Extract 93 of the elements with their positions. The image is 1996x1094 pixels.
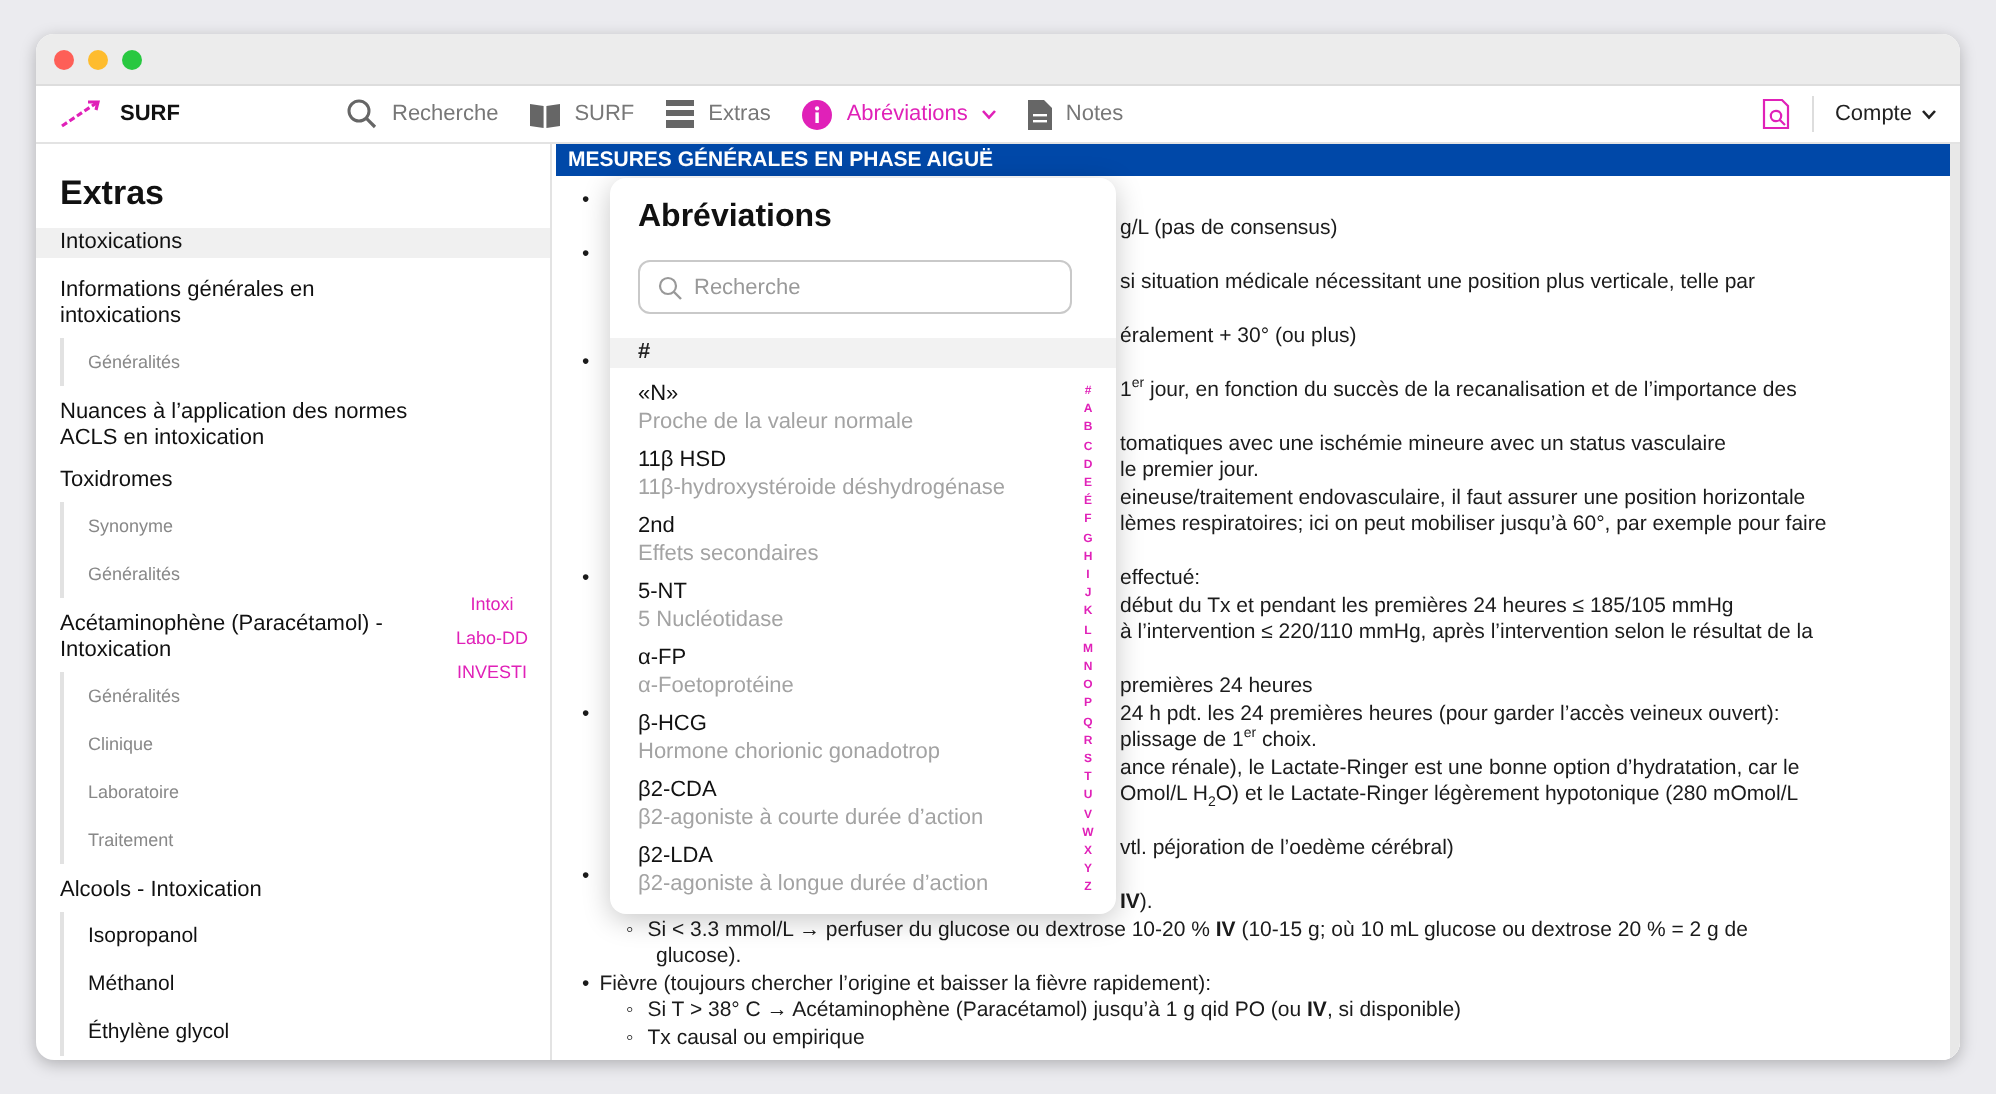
nav-tab[interactable]: Recherche <box>346 98 499 130</box>
bullet: • <box>582 350 590 377</box>
sidebar-subitem[interactable]: Traitement <box>64 816 174 864</box>
bullet: • <box>582 188 590 215</box>
body-text: Tx causal ou empirique <box>647 1025 865 1052</box>
abbreviation-definition: 5 Nucléotidase <box>638 606 786 634</box>
body-text: effectué: <box>1120 566 1201 593</box>
nav-tab[interactable]: Abréviations <box>802 99 996 129</box>
body-text: premières 24 heures <box>1120 674 1313 701</box>
abbreviation-definition: β2-agoniste à longue durée d’action <box>638 870 991 898</box>
body-text: vtl. péjoration de l’oedème cérébral) <box>1120 836 1454 863</box>
close-button[interactable] <box>54 49 74 69</box>
abbreviation-definition: Effets secondaires <box>638 540 821 568</box>
sidebar-subitem[interactable]: Méthanol <box>64 960 175 1008</box>
body-text: 24 h pdt. les 24 premières heures (pour garder l’accès veineux ouvert): <box>1120 701 1780 728</box>
body-text: 1$^{er}$ jour, en fonction du succès de la recanalisation et de l’importance des <box>1120 377 1797 404</box>
abbreviation-definition: 11β-hydroxystéroide déshydrogénase <box>638 474 1007 502</box>
body-text: Fièvre (toujours chercher l’origine et baisser la fièvre rapidement): <box>599 971 1211 998</box>
body-text: lèmes respiratoires; ici on peut mobiliser jusqu’à 60°, par exemple pour faire <box>1120 512 1827 539</box>
abbreviation-definition: Proche de la valeur normale <box>638 408 916 436</box>
body-text: tomatiques avec une ischémie mineure avec un status vasculaire <box>1120 431 1726 458</box>
sidebar-item[interactable]: Nuances à l’application des normes ACLS en intoxication <box>36 398 420 454</box>
body-text: à l’intervention ≤ 220/110 mmHg, après l’intervention selon le résultat de la <box>1120 620 1813 647</box>
abbreviation[interactable]: α-FP <box>638 644 1044 672</box>
nav-tab[interactable]: SURF <box>530 101 635 127</box>
info-icon <box>802 99 833 129</box>
popup-title: Abréviations <box>636 198 834 238</box>
search-icon <box>346 98 378 130</box>
sidebar-item[interactable]: Informations générales en intoxications <box>36 276 420 332</box>
sub-bullet: ◦ <box>626 917 634 944</box>
document-icon <box>1027 99 1052 129</box>
abbreviation-definition: β2-agoniste à courte durée d’action <box>638 804 986 832</box>
logo-icon <box>60 100 100 128</box>
stack-icon <box>666 100 695 128</box>
section-heading: # <box>610 338 1116 368</box>
search-document-icon[interactable] <box>1762 98 1793 130</box>
sidebar-subitem[interactable]: Généralités <box>64 338 181 386</box>
body-text: début du Tx et pendant les premières 24 heures ≤ 185/105 mmHg <box>1120 593 1734 620</box>
sub-bullet: ◦ <box>626 998 634 1025</box>
body-text: ance rénale), le Lactate-Ringer est une bonne option d’hydratation, car le <box>1120 755 1800 782</box>
quick-link[interactable]: Labo-DD <box>456 626 529 650</box>
body-text: g/L (pas de consensus) <box>1120 215 1338 242</box>
bullet: • <box>582 701 590 728</box>
body-text: Si < 3.3 mmol/L → perfuser du glucose ou dextrose 10-20 % IV (10-15 g; où 10 mL glucose ou dextrose 20 % = 2 g de <box>647 917 1748 944</box>
search-icon <box>658 276 682 300</box>
bullet: • <box>582 566 590 593</box>
abbreviation[interactable]: 2nd <box>638 512 1044 540</box>
sidebar-subitem[interactable]: Généralités <box>64 550 181 598</box>
body-text: le premier jour. <box>1120 458 1259 485</box>
search-field[interactable]: Recherche <box>638 260 1072 314</box>
book-icon <box>530 101 561 127</box>
caret-icon <box>981 109 996 119</box>
nav-tab[interactable]: Notes <box>1027 99 1124 129</box>
body-text: si situation médicale nécessitant une position plus verticale, telle par <box>1120 269 1756 296</box>
abbreviation[interactable]: 5-NT <box>638 578 1044 606</box>
abbreviation[interactable]: β2-LDA <box>638 842 1044 870</box>
sidebar-subitem[interactable]: Isopropanol <box>64 912 198 960</box>
nav-tab[interactable]: Extras <box>666 100 771 128</box>
sidebar-item[interactable]: Alcools - Intoxication <box>36 876 262 906</box>
sidebar-subitem[interactable]: Laboratoire <box>64 768 180 816</box>
quick-link[interactable]: INVESTI <box>457 660 528 684</box>
sidebar-item[interactable]: Intoxications <box>36 228 550 258</box>
sidebar-subitem[interactable]: Éthylène glycol <box>64 1008 230 1056</box>
bullet: • <box>582 863 590 890</box>
sub-bullet: ◦ <box>626 1025 634 1052</box>
bullet: • <box>582 242 590 269</box>
sidebar-item[interactable]: Acétaminophène (Paracétamol) - Intoxication <box>36 610 420 666</box>
sidebar-subitem[interactable]: Clinique <box>64 720 154 768</box>
sidebar-subitem[interactable]: Généralités <box>64 672 181 720</box>
abbreviation[interactable]: «N» <box>638 380 1044 408</box>
sidebar-item[interactable]: Toxidromes <box>36 466 173 496</box>
sidebar-subitem[interactable]: Synonyme <box>64 502 174 550</box>
abbreviation-definition: Hormone chorionic gonadotrop <box>638 738 943 766</box>
quick-link[interactable]: Intoxi <box>470 592 514 616</box>
body-text: IV). <box>1120 890 1153 917</box>
body-text: eineuse/traitement endovasculaire, il faut assurer une position horizontale <box>1120 485 1806 512</box>
account-menu[interactable]: Compte <box>1834 102 1936 126</box>
caret-icon <box>1922 109 1936 119</box>
body-text: Omol/L H$_{2}$O) et le Lactate-Ringer légèrement hypotonique (280 mOmol/L <box>1120 782 1799 809</box>
minimize-button[interactable] <box>88 49 108 69</box>
abbreviation[interactable]: 11β HSD <box>638 446 1044 474</box>
body-text: Si T > 38° C → Acétaminophène (Paracétamol) jusqu’à 1 g qid PO (ou IV, si disponible) <box>647 998 1462 1025</box>
sidebar-title: Extras <box>58 172 166 216</box>
body-text: plissage de 1$^{er}$ choix. <box>1120 728 1317 755</box>
abbreviation-definition: α-Foetoprotéine <box>638 672 796 700</box>
bullet: • <box>582 971 590 998</box>
abbreviation[interactable]: β-HCG <box>638 710 1044 738</box>
body-text: éralement + 30° (ou plus) <box>1120 323 1357 350</box>
brand-name: SURF <box>120 102 180 126</box>
maximize-button[interactable] <box>122 49 142 69</box>
body-text: glucose). <box>656 944 742 971</box>
section-header: MESURES GÉNÉRALES EN PHASE AIGUË <box>556 144 1950 176</box>
abbreviation[interactable]: β2-CDA <box>638 776 1044 804</box>
